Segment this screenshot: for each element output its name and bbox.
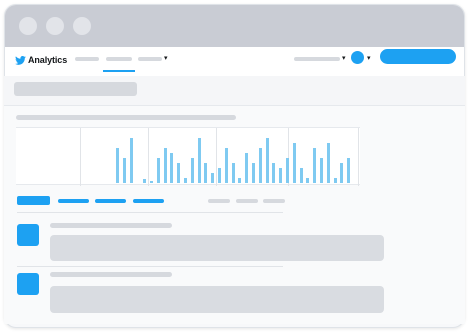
chart-bar [122,158,126,183]
filter-option[interactable] [208,199,230,203]
tab-active[interactable] [17,196,50,205]
chart-bar [313,148,317,183]
page-subheader [4,76,465,106]
chart-bar [238,178,242,183]
chart-bar [218,168,221,183]
window-dot[interactable] [19,17,37,35]
chart-title-placeholder [16,115,236,120]
chart-divider [358,128,359,186]
chart-bar [197,138,201,183]
window-dot[interactable] [73,17,91,35]
chart-bar [347,158,351,183]
chart-bar [265,138,269,183]
nav-tab-active-indicator [103,70,135,72]
chart-divider [148,128,149,186]
chart-bar [129,138,133,183]
avatar[interactable] [351,51,364,64]
chart-bar [306,178,310,183]
primary-action-button[interactable] [380,49,456,64]
chart-bar [184,178,187,183]
row-title-placeholder [50,272,172,277]
row-divider [17,212,283,213]
window-titlebar [5,5,464,47]
chart-bar [156,158,160,183]
chart-bar [320,158,323,183]
filter-option[interactable] [263,199,285,203]
page-title-placeholder [14,82,137,96]
chart-bar [279,168,283,183]
chart-bar [204,163,208,183]
twitter-bird-icon [15,55,26,65]
filter-option[interactable] [236,199,258,203]
chart-bar [258,148,262,183]
tab-link[interactable] [133,199,164,203]
chart-divider [80,128,81,186]
chart-bar [190,158,194,183]
chart-bar [340,163,344,183]
chart-bar [272,163,276,183]
chart-bar [224,148,228,183]
chart-bar [211,173,215,183]
nav-tab-2[interactable] [106,57,132,61]
chevron-down-icon[interactable]: ▾ [367,55,371,62]
bar-chart [16,127,360,186]
chart-bar [231,163,235,183]
chart-bar [286,158,289,183]
chart-bar [326,143,330,183]
chart-bar [333,178,337,183]
chevron-down-icon[interactable]: ▾ [164,55,168,62]
chart-bar [299,168,303,183]
tweet-thumbnail-icon[interactable] [17,273,39,295]
chart-bar [170,153,174,183]
chart-bar [252,163,255,183]
window-dot[interactable] [46,17,64,35]
row-divider [17,266,283,267]
row-title-placeholder [50,223,172,228]
chart-bar [292,143,296,183]
chart-divider [216,128,217,186]
chart-bar [177,163,181,183]
row-content-placeholder[interactable] [50,286,384,313]
chart-bar [163,148,167,183]
tab-link[interactable] [58,199,89,203]
brand-logo[interactable]: Analytics [15,55,67,65]
row-content-placeholder[interactable] [50,235,384,261]
chart-bar [143,179,147,183]
nav-tab-3[interactable] [138,57,162,61]
chart-bar [150,181,153,183]
nav-tab-1[interactable] [75,57,99,61]
chart-bar [116,148,119,183]
brand-name: Analytics [28,55,68,65]
account-dropdown[interactable] [294,57,340,61]
chart-bar [245,153,249,183]
tab-link[interactable] [95,199,126,203]
tweet-thumbnail-icon[interactable] [17,224,39,246]
chevron-down-icon[interactable]: ▾ [342,55,346,62]
